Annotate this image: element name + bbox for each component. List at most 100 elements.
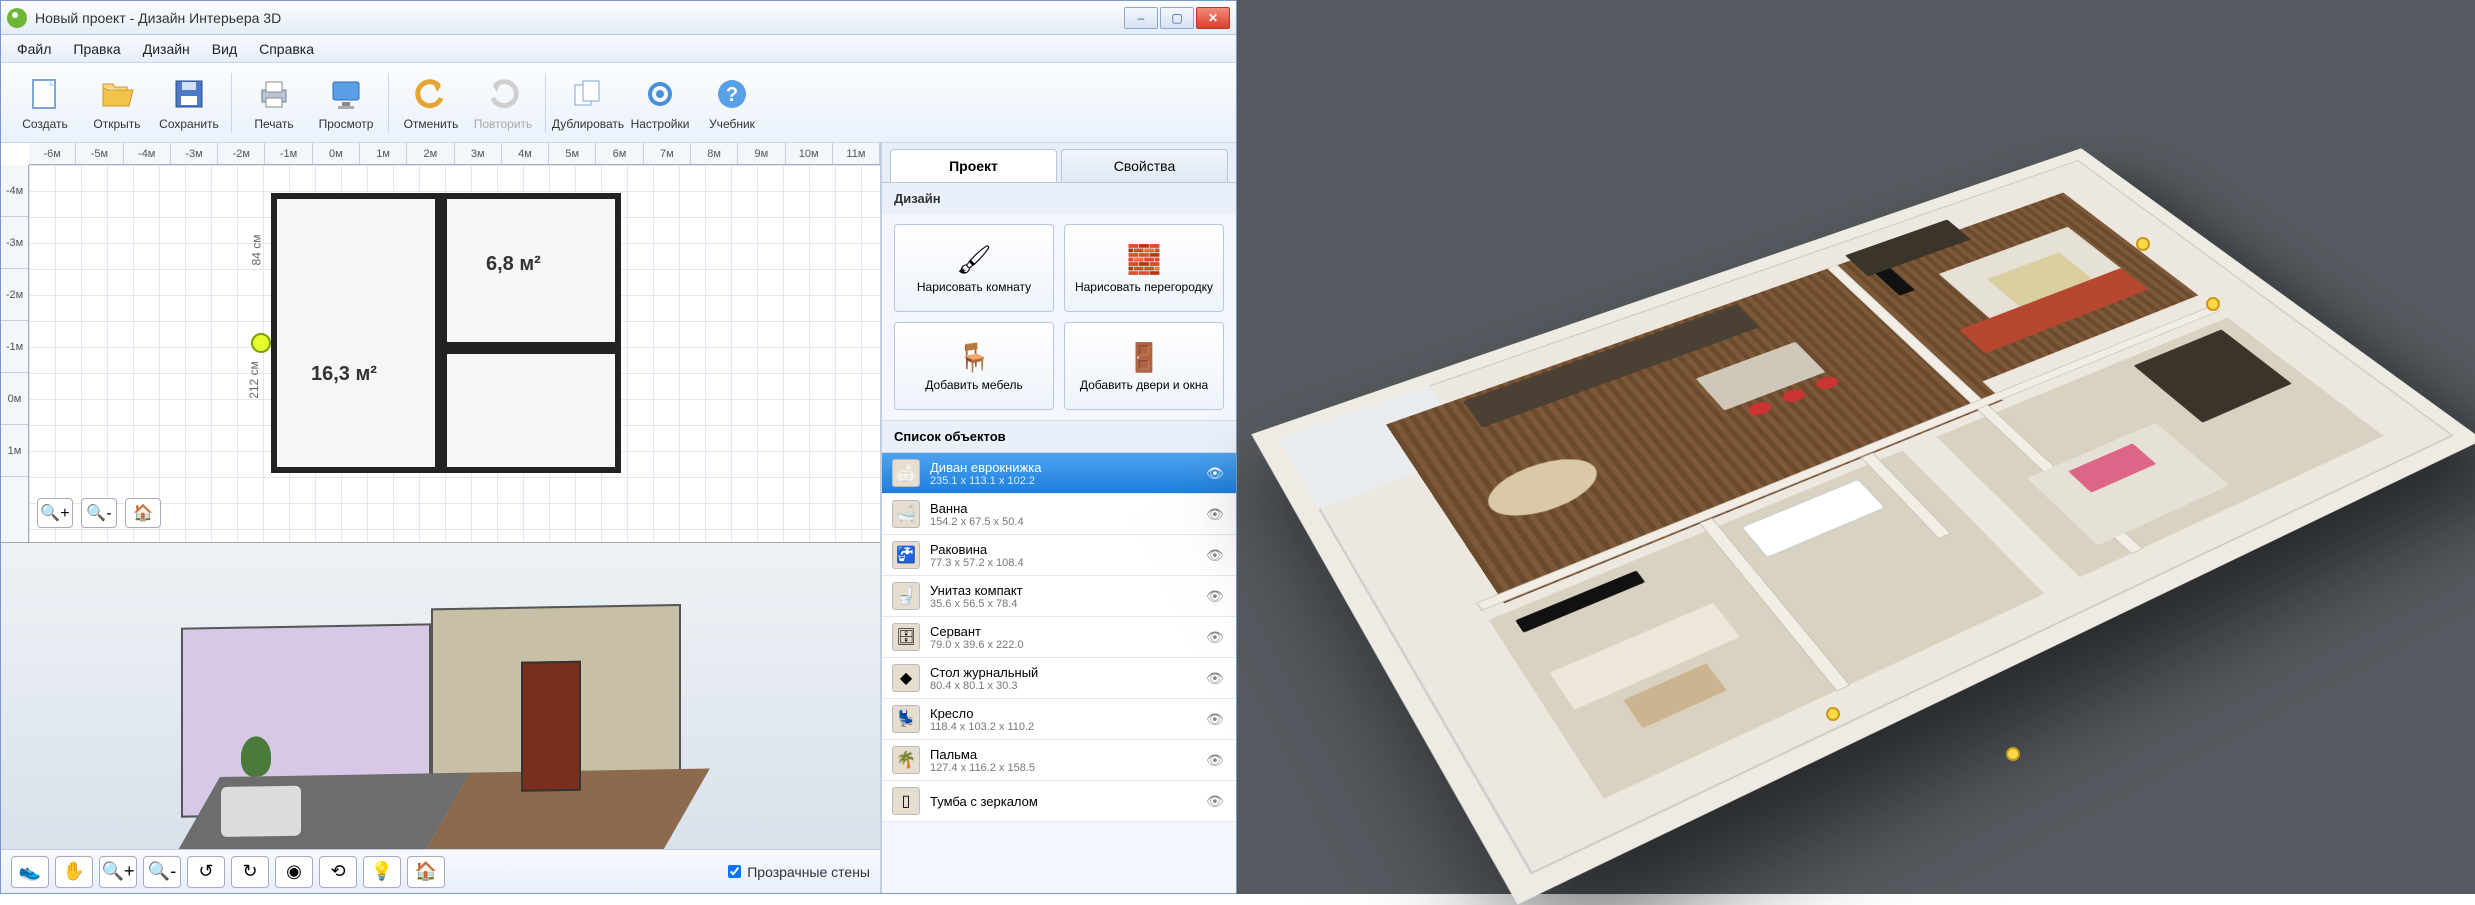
door-3d — [521, 661, 581, 792]
draw-partition-button[interactable]: 🧱 Нарисовать перегородку — [1064, 224, 1224, 312]
plan-2d-viewport[interactable]: -6м-5м-4м-3м-2м-1м0м1м2м3м4м5м6м7м8м9м10… — [1, 143, 880, 543]
close-button[interactable]: ✕ — [1196, 7, 1230, 29]
reset-view-button[interactable]: ⟲ — [319, 856, 357, 888]
redo-button[interactable]: Повторить — [467, 70, 539, 135]
tab-project[interactable]: Проект — [890, 149, 1057, 182]
app-icon — [7, 8, 27, 28]
home-3d-button[interactable]: 🏠 — [407, 856, 445, 888]
zoom-out-2d-button[interactable]: 🔍- — [81, 498, 117, 528]
menu-view[interactable]: Вид — [202, 37, 247, 61]
settings-button[interactable]: Настройки — [624, 70, 696, 135]
visibility-eye-icon[interactable]: 👁 — [1206, 506, 1226, 523]
sofa-3d — [221, 786, 301, 837]
app-window: Новый проект - Дизайн Интерьера 3D – ▢ ✕… — [0, 0, 1237, 894]
lighting-button[interactable]: 💡 — [363, 856, 401, 888]
brick-wall-icon: 🧱 — [1127, 243, 1162, 276]
visibility-eye-icon[interactable]: 👁 — [1206, 588, 1226, 605]
rotate-right-button[interactable]: ↻ — [231, 856, 269, 888]
object-list[interactable]: 🛋Диван еврокнижка235.1 x 113.1 x 102.2👁🛁… — [882, 453, 1236, 893]
plan-3d-viewport[interactable] — [1, 543, 880, 849]
object-list-item[interactable]: 🛋Диван еврокнижка235.1 x 113.1 x 102.2👁 — [882, 453, 1236, 494]
camera-marker[interactable] — [251, 333, 271, 353]
room-2-area: 6,8 м² — [486, 253, 541, 276]
lamp-icon — [2006, 747, 2020, 761]
draw-room-button[interactable]: 🖌 Нарисовать комнату — [894, 224, 1054, 312]
object-thumb-icon: 🚰 — [892, 541, 920, 569]
duplicate-icon — [568, 74, 608, 114]
menu-help[interactable]: Справка — [249, 37, 324, 61]
object-dimensions: 127.4 x 116.2 x 158.5 — [930, 762, 1196, 774]
folder-open-icon — [97, 74, 137, 114]
maximize-button[interactable]: ▢ — [1160, 7, 1194, 29]
menu-design[interactable]: Дизайн — [133, 37, 200, 61]
object-list-item[interactable]: 💺Кресло118.4 x 103.2 x 110.2👁 — [882, 699, 1236, 740]
lamp-icon — [2206, 297, 2220, 311]
visibility-eye-icon[interactable]: 👁 — [1206, 629, 1226, 646]
object-list-item[interactable]: ▯Тумба с зеркалом👁 — [882, 781, 1236, 822]
open-button[interactable]: Открыть — [81, 70, 153, 135]
room-1[interactable] — [271, 193, 441, 473]
iso-scene — [101, 567, 801, 849]
visibility-eye-icon[interactable]: 👁 — [1206, 793, 1226, 810]
object-list-item[interactable]: 🌴 Пальма127.4 x 116.2 x 158.5 👁 — [882, 740, 1236, 781]
object-name: Кресло — [930, 706, 1196, 721]
sidebar-tabs: Проект Свойства — [882, 143, 1236, 183]
ruler-tick: 11м — [833, 143, 880, 164]
visibility-eye-icon[interactable]: 👁 — [1206, 465, 1226, 482]
visibility-eye-icon[interactable]: 👁 — [1206, 547, 1226, 564]
add-doors-windows-button[interactable]: 🚪 Добавить двери и окна — [1064, 322, 1224, 410]
object-dimensions: 79.0 x 39.6 x 222.0 — [930, 639, 1196, 651]
menu-file[interactable]: Файл — [7, 37, 61, 61]
duplicate-button[interactable]: Дублировать — [552, 70, 624, 135]
floor-slab — [1251, 148, 2475, 904]
object-dimensions: 154.2 x 67.5 x 50.4 — [930, 516, 1196, 528]
menubar: Файл Правка Дизайн Вид Справка — [1, 35, 1236, 63]
object-list-item[interactable]: 🗄Сервант79.0 x 39.6 x 222.0👁 — [882, 617, 1236, 658]
object-list-header: Список объектов — [882, 420, 1236, 453]
home-2d-button[interactable]: 🏠 — [125, 498, 161, 528]
tutorial-button[interactable]: ? Учебник — [696, 70, 768, 135]
minimize-button[interactable]: – — [1124, 7, 1158, 29]
undo-button[interactable]: Отменить — [395, 70, 467, 135]
pan-mode-button[interactable]: ✋ — [55, 856, 93, 888]
ruler-tick: 2м — [407, 143, 454, 164]
visibility-eye-icon[interactable]: 👁 — [1206, 711, 1226, 728]
zoom-in-3d-button[interactable]: 🔍+ — [99, 856, 137, 888]
object-thumb-icon: 🛁 — [892, 500, 920, 528]
rotate-left-button[interactable]: ↺ — [187, 856, 225, 888]
object-dimensions: 118.4 x 103.2 x 110.2 — [930, 721, 1196, 733]
object-list-item[interactable]: ◆Стол журнальный80.4 x 80.1 x 30.3👁 — [882, 658, 1236, 699]
plant-3d — [241, 736, 271, 777]
object-name: Сервант — [930, 624, 1196, 639]
transparent-walls-input[interactable] — [728, 865, 741, 878]
orbit-button[interactable]: ◉ — [275, 856, 313, 888]
ruler-tick: -1м — [265, 143, 312, 164]
transparent-walls-checkbox[interactable]: Прозрачные стены — [728, 864, 870, 880]
tab-properties[interactable]: Свойства — [1061, 149, 1228, 182]
zoom-in-2d-button[interactable]: 🔍+ — [37, 498, 73, 528]
design-section-label: Дизайн — [882, 183, 1236, 214]
zoom-out-3d-button[interactable]: 🔍- — [143, 856, 181, 888]
save-button[interactable]: Сохранить — [153, 70, 225, 135]
chair-icon: 🪑 — [957, 341, 992, 374]
print-button[interactable]: Печать — [238, 70, 310, 135]
walk-mode-button[interactable]: 👟 — [11, 856, 49, 888]
object-dimensions: 35.6 x 56.5 x 78.4 — [930, 598, 1196, 610]
floppy-icon — [169, 74, 209, 114]
ruler-tick: -5м — [76, 143, 123, 164]
right-sidebar: Проект Свойства Дизайн 🖌 Нарисовать комн… — [881, 143, 1236, 893]
create-button[interactable]: Создать — [9, 70, 81, 135]
object-list-item[interactable]: 🚰Раковина77.3 x 57.2 x 108.4👁 — [882, 535, 1236, 576]
object-name: Пальма — [930, 747, 1196, 762]
visibility-eye-icon[interactable]: 👁 — [1206, 752, 1226, 769]
object-name: Ванна — [930, 501, 1196, 516]
ruler-tick: -3м — [171, 143, 218, 164]
preview-button[interactable]: Просмотр — [310, 70, 382, 135]
hallway[interactable] — [441, 348, 621, 473]
menu-edit[interactable]: Правка — [63, 37, 130, 61]
object-list-item[interactable]: 🚽Унитаз компакт35.6 x 56.5 x 78.4👁 — [882, 576, 1236, 617]
object-thumb-icon: 🌴 — [892, 746, 920, 774]
visibility-eye-icon[interactable]: 👁 — [1206, 670, 1226, 687]
object-list-item[interactable]: 🛁 Ванна154.2 x 67.5 x 50.4 👁 — [882, 494, 1236, 535]
add-furniture-button[interactable]: 🪑 Добавить мебель — [894, 322, 1054, 410]
